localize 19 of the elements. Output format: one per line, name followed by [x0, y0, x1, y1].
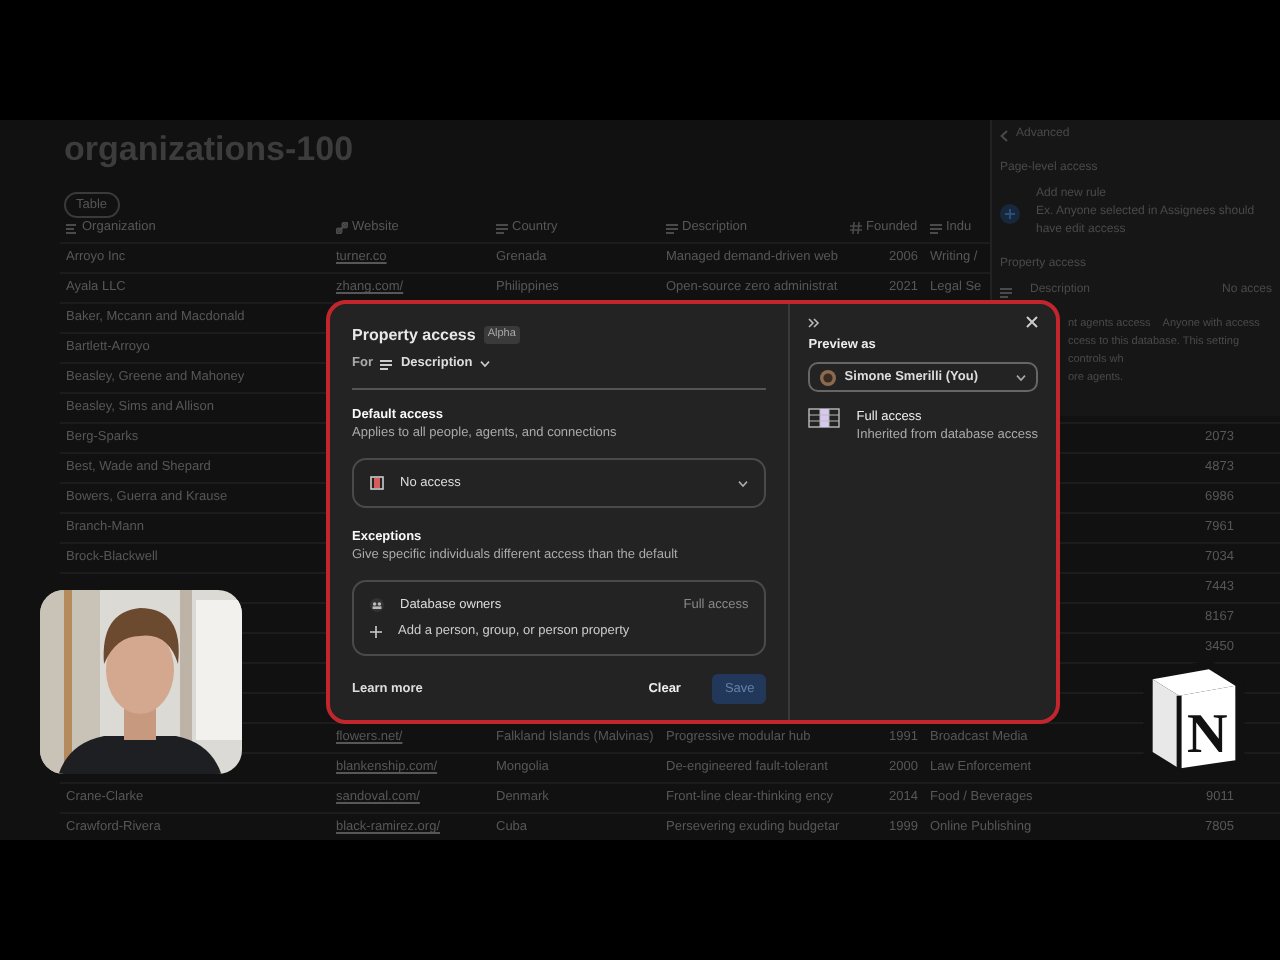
close-icon[interactable]: [1026, 316, 1038, 328]
chevron-icon: [738, 479, 749, 487]
people-icon: [370, 598, 384, 612]
lines-icon: [380, 357, 393, 369]
lines-icon: [1000, 285, 1014, 297]
text-icon: [66, 222, 78, 234]
lines-icon: [666, 222, 678, 234]
lines-icon: [496, 222, 508, 234]
lines-icon: [930, 222, 942, 234]
chevron-icon: [480, 359, 491, 367]
avatar-icon: [820, 369, 837, 385]
dialog-title: Property access: [352, 324, 476, 346]
table-icon: [808, 408, 841, 428]
chevron-icon: [1016, 373, 1026, 381]
plus-icon: [370, 625, 382, 637]
hash-icon: [850, 222, 862, 234]
link-icon: [336, 222, 348, 234]
collapse-icon[interactable]: [808, 317, 821, 327]
door-icon: [370, 476, 384, 490]
